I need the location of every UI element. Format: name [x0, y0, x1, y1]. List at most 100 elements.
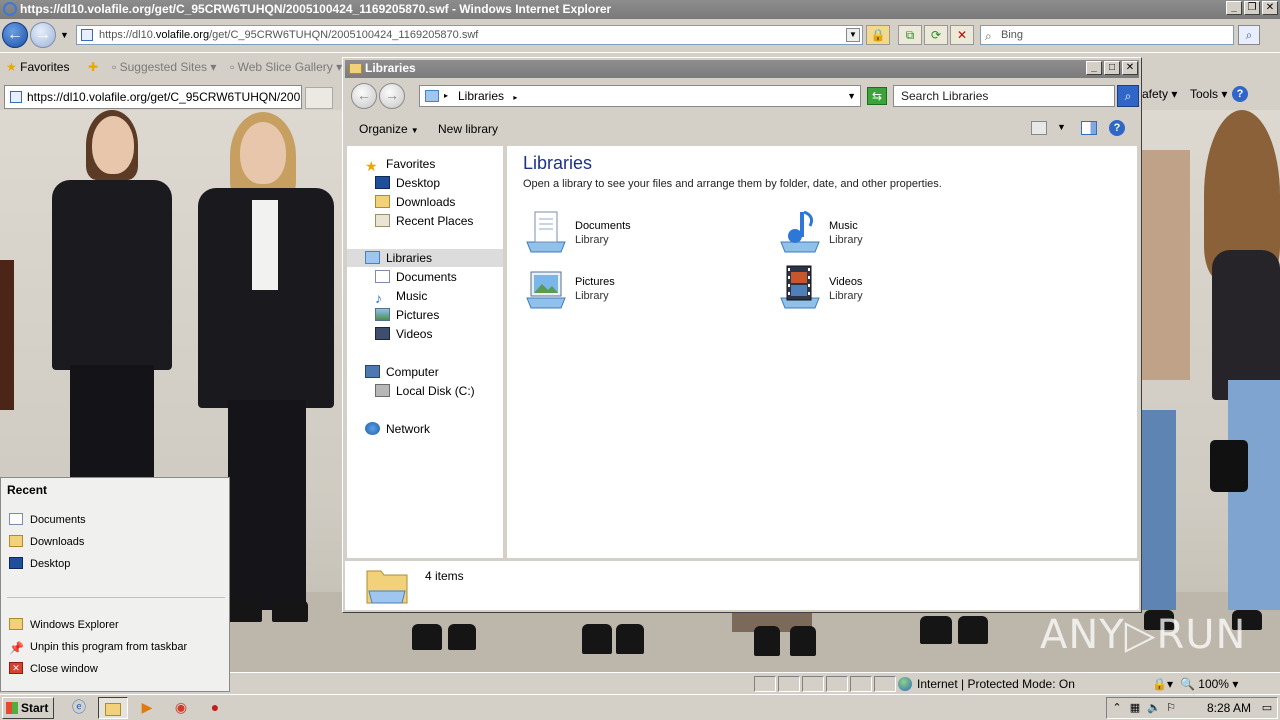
address-input[interactable]: https://dl10.volafile.org/get/C_95CRW6TU…	[76, 25, 863, 45]
navigation-pane: ★ Favorites Desktop Downloads Recent Plac…	[347, 146, 503, 558]
taskbar-chrome[interactable]: ◉	[166, 697, 196, 719]
refresh-icon[interactable]: ⟳	[924, 25, 948, 45]
close-button[interactable]: ✕	[1262, 1, 1278, 15]
search-icon: ⌕	[985, 29, 992, 43]
search-input[interactable]: ⌕ Bing	[980, 25, 1234, 45]
nav-item-desktop[interactable]: Desktop	[375, 174, 440, 192]
photo-shoe	[920, 616, 952, 644]
favorites-star-icon: ★	[6, 60, 17, 74]
view-options-dropdown-icon[interactable]: ▼	[1057, 122, 1066, 132]
help-icon[interactable]: ?	[1232, 86, 1248, 102]
add-to-favorites-bar-icon[interactable]: ✚	[88, 60, 98, 74]
maximize-button[interactable]: □	[1104, 61, 1120, 75]
change-view-icon[interactable]	[1031, 121, 1047, 135]
new-library-button[interactable]: New library	[438, 122, 498, 136]
tools-menu[interactable]: Tools ▾	[1190, 87, 1227, 101]
restore-button[interactable]: ❐	[1244, 1, 1260, 15]
nav-item-downloads[interactable]: Downloads	[375, 193, 455, 211]
explorer-window[interactable]: Libraries _ □ ✕ ← → ▸ Libraries ▸ ▼ ⇆ Se…	[342, 57, 1142, 613]
nav-item-recent-places[interactable]: Recent Places	[375, 212, 473, 230]
taskbar: Start ⓔ ▶ ◉ ● ⌃ ▦ 🔈 ⚐ 8:28 AM ▭	[0, 694, 1280, 720]
jump-list-close-window[interactable]: ✕ Close window	[9, 661, 98, 677]
jump-list-item-documents[interactable]: Documents	[9, 512, 86, 528]
compatibility-view-icon[interactable]: ⧉	[898, 25, 922, 45]
chevron-right-icon[interactable]: ▸	[444, 86, 448, 106]
library-item-music[interactable]: Music Library	[777, 208, 977, 256]
ie-logo-icon	[3, 2, 17, 16]
explorer-navigation-bar: ← → ▸ Libraries ▸ ▼ ⇆ Search Libraries ⌕	[345, 80, 1139, 112]
favorites-button[interactable]: ★ Favorites	[6, 60, 69, 74]
search-button[interactable]: ⌕	[1238, 25, 1260, 45]
address-dropdown-icon[interactable]: ▼	[846, 28, 860, 42]
chevron-down-icon[interactable]: ▸	[513, 93, 517, 102]
recent-pages-dropdown-icon[interactable]: ▼	[60, 30, 69, 40]
lock-icon[interactable]: 🔒	[866, 25, 890, 45]
preview-pane-icon[interactable]	[1081, 121, 1097, 135]
jump-list-windows-explorer[interactable]: Windows Explorer	[9, 617, 119, 633]
security-zone-status[interactable]: Internet | Protected Mode: On	[898, 676, 1075, 692]
show-hidden-icons-icon[interactable]: ⌃	[1111, 702, 1123, 714]
ie-status-bar: Internet | Protected Mode: On 🔒▾ 🔍 100% …	[230, 672, 1280, 694]
libraries-icon	[425, 90, 439, 102]
ie-title-bar[interactable]: https://dl10.volafile.org/get/C_95CRW6TU…	[0, 0, 1280, 19]
documents-icon	[9, 513, 23, 526]
browser-tab[interactable]: https://dl10.volafile.org/get/C_95CRW6TU…	[4, 85, 302, 109]
library-item-documents[interactable]: Documents Library	[523, 208, 723, 256]
status-cell	[802, 676, 824, 692]
library-item-videos[interactable]: Videos Library	[777, 264, 977, 312]
taskbar-app-red[interactable]: ●	[200, 697, 230, 719]
jump-list-item-downloads[interactable]: Downloads	[9, 534, 84, 550]
breadcrumb[interactable]: ▸ Libraries ▸ ▼	[419, 85, 861, 107]
breadcrumb-item-libraries[interactable]: Libraries	[458, 89, 504, 103]
libraries-icon	[349, 63, 362, 74]
status-cell	[754, 676, 776, 692]
zoom-level[interactable]: 🔍 100% ▾	[1180, 676, 1238, 692]
library-item-pictures[interactable]: Pictures Library	[523, 264, 723, 312]
libraries-icon	[365, 251, 380, 265]
taskbar-windows-explorer[interactable]	[98, 697, 128, 719]
taskbar-media-player[interactable]: ▶	[132, 697, 162, 719]
start-button[interactable]: Start	[2, 697, 54, 719]
pictures-library-icon	[526, 271, 566, 309]
minimize-button[interactable]: _	[1226, 1, 1242, 15]
nav-item-pictures[interactable]: Pictures	[375, 306, 439, 324]
nav-item-libraries[interactable]: Libraries	[347, 249, 503, 267]
minimize-button[interactable]: _	[1086, 61, 1102, 75]
safety-menu[interactable]: afety ▾	[1142, 87, 1177, 101]
show-desktop-icon[interactable]: ▭	[1261, 702, 1273, 714]
network-icon	[365, 422, 380, 436]
nav-item-local-disk[interactable]: Local Disk (C:)	[375, 382, 475, 400]
pop-up-settings-icon[interactable]: 🔒▾	[1152, 677, 1173, 691]
forward-button[interactable]: →	[379, 83, 405, 109]
action-center-flag-icon[interactable]: ⚐	[1165, 702, 1177, 714]
help-icon[interactable]: ?	[1109, 120, 1125, 136]
nav-item-network[interactable]: Network	[365, 420, 430, 438]
jump-list-item-desktop[interactable]: Desktop	[9, 556, 70, 572]
new-tab-button[interactable]	[305, 87, 333, 109]
network-tray-icon[interactable]: ▦	[1129, 702, 1141, 714]
forward-button[interactable]: →	[30, 22, 56, 48]
libraries-folder-icon	[366, 570, 408, 604]
volume-icon[interactable]: 🔈	[1147, 702, 1161, 714]
stop-icon[interactable]: ✕	[950, 25, 974, 45]
refresh-button[interactable]: ⇆	[867, 87, 887, 105]
nav-item-favorites[interactable]: ★ Favorites	[365, 155, 435, 174]
nav-item-music[interactable]: ♪ Music	[375, 287, 427, 306]
taskbar-internet-explorer[interactable]: ⓔ	[64, 697, 94, 719]
web-slice-gallery-link[interactable]: ▫ Web Slice Gallery ▾	[230, 60, 342, 74]
organize-button[interactable]: Organize ▼	[359, 122, 419, 136]
jump-list-unpin[interactable]: 📌 Unpin this program from taskbar	[9, 639, 187, 655]
back-button[interactable]: ←	[351, 83, 377, 109]
back-button[interactable]: ←	[2, 22, 28, 48]
suggested-sites-link[interactable]: ▫ Suggested Sites ▾	[112, 60, 216, 74]
close-button[interactable]: ✕	[1122, 61, 1138, 75]
taskbar-jump-list: Recent Documents Downloads Desktop Windo…	[0, 477, 230, 692]
nav-item-videos[interactable]: Videos	[375, 325, 432, 343]
search-input[interactable]: Search Libraries	[893, 85, 1115, 107]
clock[interactable]: 8:28 AM	[1207, 701, 1251, 715]
address-dropdown-icon[interactable]: ▼	[847, 86, 856, 106]
nav-item-documents[interactable]: Documents	[375, 268, 457, 286]
nav-item-computer[interactable]: Computer	[365, 363, 439, 381]
explorer-title-bar[interactable]: Libraries _ □ ✕	[345, 60, 1139, 78]
search-icon[interactable]: ⌕	[1117, 85, 1139, 107]
